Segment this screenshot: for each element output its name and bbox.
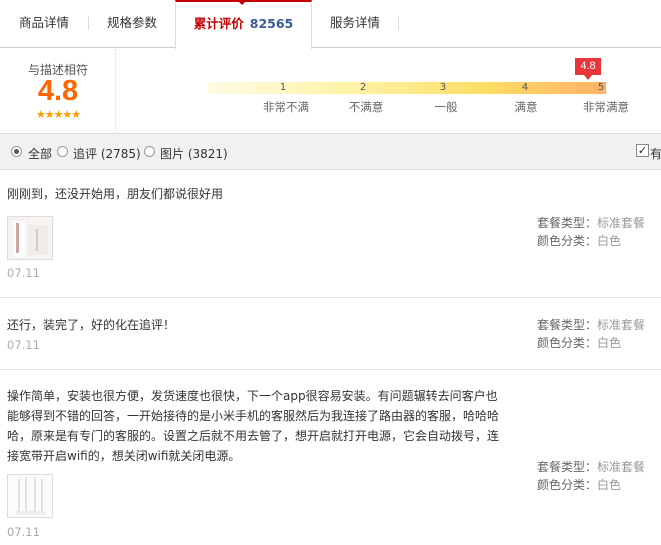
review-sku-info: 套餐类型：标准套餐 颜色分类：白色	[537, 214, 645, 250]
sku-color-value: 白色	[597, 336, 622, 350]
filter-append-label[interactable]: 追评 (2785)	[73, 145, 141, 162]
score-flag-marker: 4.8	[575, 58, 601, 80]
tab-service[interactable]: 服务详情	[312, 0, 398, 48]
rating-summary: 与描述相符 4.8 ★★★★★ 1 2 3 4 5 非常不满 不满意 一般 满意…	[0, 49, 661, 133]
sku-package-key: 套餐类型：	[537, 216, 598, 230]
score-box: 与描述相符 4.8 ★★★★★	[0, 49, 116, 133]
scale-number: 2	[359, 82, 367, 93]
radio-append[interactable]	[57, 146, 68, 157]
review-sku-info: 套餐类型：标准套餐 颜色分类：白色	[537, 458, 645, 494]
review-date: 07.11	[7, 525, 40, 539]
sku-color-key: 颜色分类：	[537, 234, 598, 248]
scale-label: 非常不满	[263, 100, 309, 114]
tab-label: 服务详情	[329, 15, 380, 30]
tab-label: 累计评价	[193, 16, 244, 31]
sku-package-value: 标准套餐	[597, 460, 646, 474]
sku-package-key: 套餐类型：	[537, 318, 598, 332]
tab-divider	[398, 16, 399, 30]
sku-package-value: 标准套餐	[597, 216, 646, 230]
filter-all-label[interactable]: 全部	[28, 145, 52, 162]
tab-label: 商品详情	[18, 15, 69, 30]
sku-color-value: 白色	[597, 234, 622, 248]
content-filter-checkbox[interactable]: ✓	[636, 144, 649, 157]
star-rating-icon: ★★★★★	[35, 108, 81, 121]
sku-color-key: 颜色分类：	[537, 478, 598, 492]
scale-number: 3	[439, 82, 447, 93]
radio-pics[interactable]	[144, 146, 155, 157]
review-text: 操作简单，安装也很方便，发货速度也很快，下一个app很容易安装。有问题辗转去问客…	[7, 389, 500, 463]
scale-number: 5	[597, 82, 605, 93]
review-photo-thumbnail[interactable]	[7, 216, 53, 260]
tab-reviews[interactable]: 累计评价 82565	[175, 0, 312, 49]
review-text: 还行，装完了，好的化在追评！	[7, 318, 176, 332]
rating-scale-bar	[208, 82, 606, 94]
score-value: 4.8	[37, 75, 79, 107]
sku-package-value: 标准套餐	[597, 318, 646, 332]
scale-label: 一般	[434, 100, 458, 114]
review-photo-thumbnail[interactable]	[7, 474, 53, 518]
tab-specs[interactable]: 规格参数	[89, 0, 175, 48]
scale-number: 4	[521, 82, 529, 93]
radio-all[interactable]	[11, 146, 22, 157]
review-item: 还行，装完了，好的化在追评！ 07.11 套餐类型：标准套餐 颜色分类：白色	[0, 298, 661, 370]
scale-label: 不满意	[348, 100, 384, 114]
review-date: 07.11	[7, 266, 40, 280]
review-filter-bar: 全部 追评 (2785) 图片 (3821) ✓ 有	[0, 133, 661, 170]
review-text: 刚刚到，还没开始用，朋友们都说很好用	[7, 187, 224, 201]
tab-product-details[interactable]: 商品详情	[0, 0, 88, 48]
checkbox-label: 有	[650, 147, 661, 161]
sku-color-key: 颜色分类：	[537, 336, 598, 350]
review-count: 82565	[249, 16, 294, 31]
sku-color-value: 白色	[597, 478, 622, 492]
review-sku-info: 套餐类型：标准套餐 颜色分类：白色	[537, 316, 645, 352]
tab-bar: 商品详情 规格参数 累计评价 82565 服务详情	[0, 0, 661, 49]
scale-number: 1	[279, 82, 287, 93]
active-tab-pointer-icon	[236, 0, 248, 5]
sku-package-key: 套餐类型：	[537, 460, 598, 474]
review-date: 07.11	[7, 338, 40, 352]
tab-label: 规格参数	[106, 15, 157, 30]
review-item: 操作简单，安装也很方便，发货速度也很快，下一个app很容易安装。有问题辗转去问客…	[0, 370, 661, 545]
scale-label: 满意	[514, 100, 538, 114]
filter-pics-label[interactable]: 图片 (3821)	[160, 145, 228, 162]
review-item: 刚刚到，还没开始用，朋友们都说很好用 07.11 套餐类型：标准套餐 颜色分类：…	[0, 170, 661, 298]
scale-label: 非常满意	[583, 100, 629, 114]
